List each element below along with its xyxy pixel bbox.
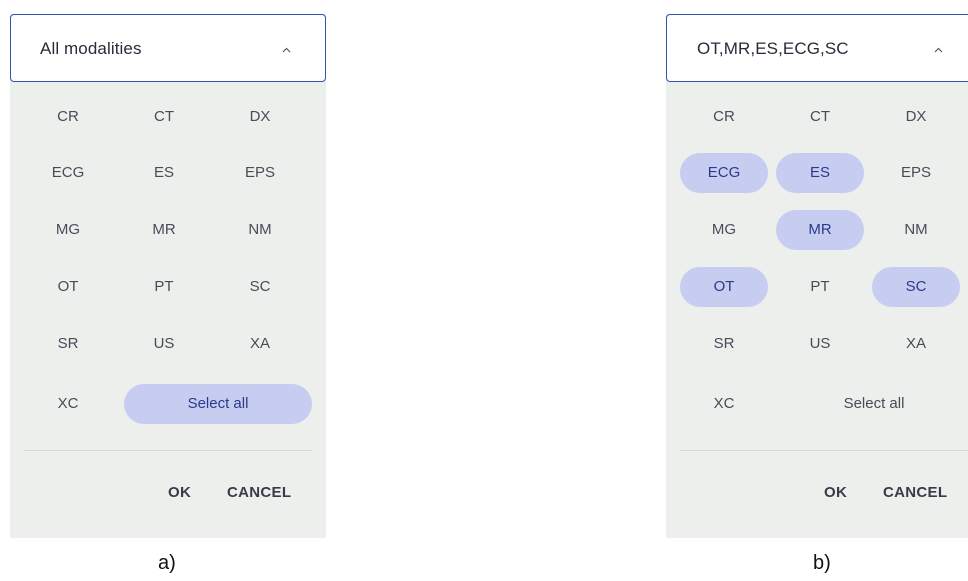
modality-chip-dx[interactable]: DX bbox=[216, 97, 304, 137]
modality-chip-us[interactable]: US bbox=[776, 324, 864, 364]
divider bbox=[24, 450, 312, 451]
modality-chip-es[interactable]: ES bbox=[120, 153, 208, 193]
modality-chip-nm[interactable]: NM bbox=[216, 210, 304, 250]
modality-chip-xa[interactable]: XA bbox=[872, 324, 960, 364]
modality-chip-ot[interactable]: OT bbox=[24, 267, 112, 307]
modality-select-header[interactable]: All modalities bbox=[10, 14, 326, 82]
modality-chip-cr[interactable]: CR bbox=[24, 97, 112, 137]
divider bbox=[680, 450, 968, 451]
modality-chip-eps[interactable]: EPS bbox=[872, 153, 960, 193]
ok-button[interactable]: OK bbox=[168, 484, 191, 501]
cancel-button[interactable]: CANCEL bbox=[227, 484, 291, 501]
modality-select-value: OT,MR,ES,ECG,SC bbox=[697, 39, 849, 58]
modality-chip-mg[interactable]: MG bbox=[24, 210, 112, 250]
modality-dropdown-a: All modalities CR CT DX ECG ES EPS MG MR NM OT PT S… bbox=[10, 14, 326, 538]
modality-chip-xc[interactable]: XC bbox=[680, 384, 768, 424]
modality-chip-cr[interactable]: CR bbox=[680, 97, 768, 137]
modality-select-value: All modalities bbox=[40, 39, 142, 58]
select-all-button[interactable]: Select all bbox=[780, 384, 968, 424]
modality-chip-sc[interactable]: SC bbox=[872, 267, 960, 307]
modality-chip-nm[interactable]: NM bbox=[872, 210, 960, 250]
chevron-up-icon[interactable] bbox=[934, 47, 943, 55]
modality-chip-ot[interactable]: OT bbox=[680, 267, 768, 307]
modality-chip-xc[interactable]: XC bbox=[24, 384, 112, 424]
modality-chip-xa[interactable]: XA bbox=[216, 324, 304, 364]
modality-chip-mr[interactable]: MR bbox=[120, 210, 208, 250]
caption-a: a) bbox=[158, 552, 176, 574]
modality-chip-pt[interactable]: PT bbox=[776, 267, 864, 307]
modality-chip-ecg[interactable]: ECG bbox=[24, 153, 112, 193]
modality-dropdown-b: OT,MR,ES,ECG,SC CR CT DX ECG ES EPS MG MR NM OT PT… bbox=[666, 14, 968, 538]
modality-chip-ct[interactable]: CT bbox=[120, 97, 208, 137]
modality-chip-eps[interactable]: EPS bbox=[216, 153, 304, 193]
ok-button[interactable]: OK bbox=[824, 484, 847, 501]
modality-chip-mr[interactable]: MR bbox=[776, 210, 864, 250]
modality-chip-pt[interactable]: PT bbox=[120, 267, 208, 307]
modality-chip-sr[interactable]: SR bbox=[680, 324, 768, 364]
modality-chip-us[interactable]: US bbox=[120, 324, 208, 364]
modality-chip-mg[interactable]: MG bbox=[680, 210, 768, 250]
modality-chip-ecg[interactable]: ECG bbox=[680, 153, 768, 193]
select-all-button[interactable]: Select all bbox=[124, 384, 312, 424]
modality-chip-dx[interactable]: DX bbox=[872, 97, 960, 137]
modality-chip-es[interactable]: ES bbox=[776, 153, 864, 193]
cancel-button[interactable]: CANCEL bbox=[883, 484, 947, 501]
modality-chip-sc[interactable]: SC bbox=[216, 267, 304, 307]
modality-select-header[interactable]: OT,MR,ES,ECG,SC bbox=[666, 14, 968, 82]
modality-chip-sr[interactable]: SR bbox=[24, 324, 112, 364]
caption-b: b) bbox=[813, 552, 831, 574]
chevron-up-icon[interactable] bbox=[282, 47, 291, 55]
modality-chip-ct[interactable]: CT bbox=[776, 97, 864, 137]
